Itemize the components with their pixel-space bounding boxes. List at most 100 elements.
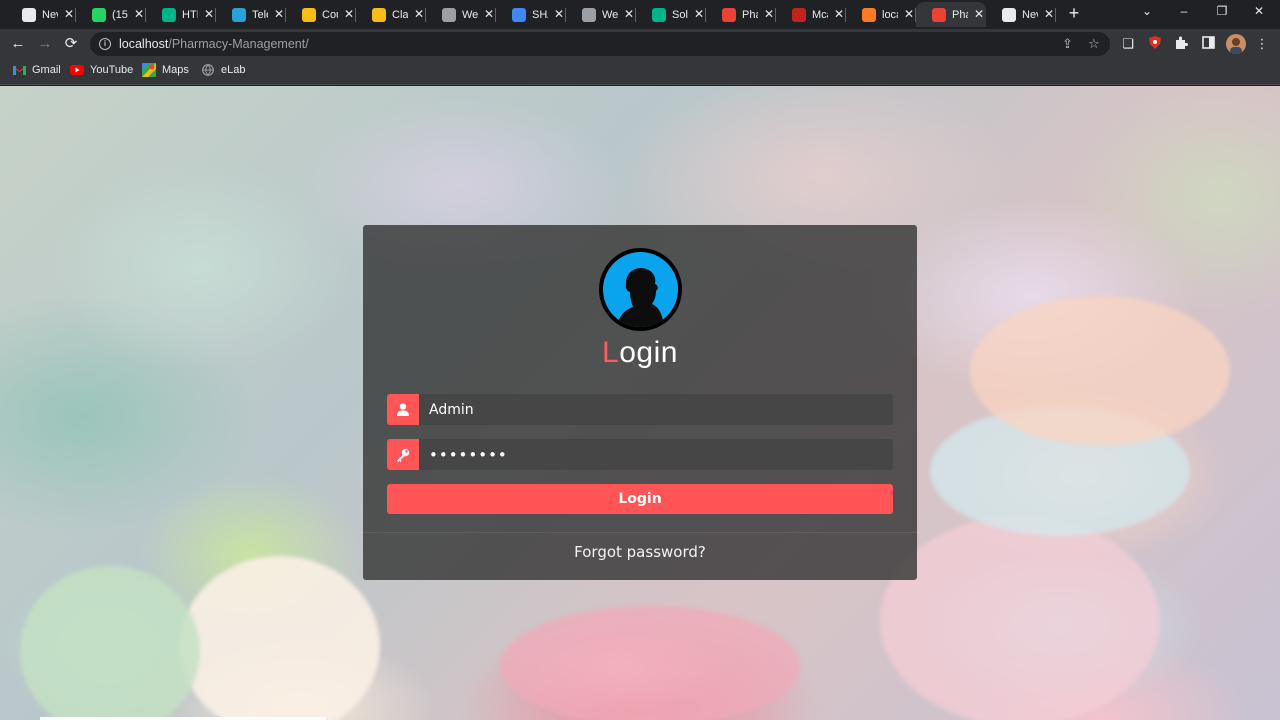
tab-title: Cou [322,8,338,21]
url-text[interactable]: localhost/Pharmacy-Management/ [119,37,309,51]
address-bar[interactable]: i localhost/Pharmacy-Management/ ⇪ ☆ [90,32,1110,56]
password-field[interactable] [419,439,893,470]
tab-close-icon[interactable]: ✕ [554,8,564,20]
tab-close-icon[interactable]: ✕ [834,8,844,20]
image-icon [582,7,596,22]
menu-kebab-icon[interactable]: ⋮ [1254,36,1270,52]
close-window-icon[interactable]: ✕ [1251,4,1267,18]
tab-close-icon[interactable]: ✕ [904,8,914,20]
browser-tab[interactable]: SHA ✕ [496,2,566,27]
classroom-icon [302,7,316,22]
browser-tab[interactable]: Nev ✕ [6,2,76,27]
chrome-icon [22,7,36,22]
browser-tab[interactable]: Pha ✕ [916,2,986,27]
site-info-icon[interactable]: i [99,38,111,50]
tab-title: Tele [252,8,268,21]
restore-icon[interactable]: ❐ [1214,4,1230,18]
browser-tab[interactable]: Clas ✕ [356,2,426,27]
tab-close-icon[interactable]: ✕ [694,8,704,20]
back-icon[interactable]: ← [9,35,27,53]
page-background: Login Login Forgot password? [0,86,1280,720]
extension-copy-icon[interactable]: ❏ [1120,36,1136,52]
tab-search-icon[interactable]: ⌄ [1139,4,1155,18]
tab-title: Nev [1022,8,1038,21]
browser-tab[interactable]: Wel ✕ [566,2,636,27]
username-row [387,394,893,425]
browser-tab[interactable]: Solv ✕ [636,2,706,27]
bookmark-elab[interactable]: eLab [201,64,245,76]
image-icon [442,7,456,22]
share-icon[interactable]: ⇪ [1062,36,1073,52]
bookmark-maps[interactable]: Maps [142,63,189,77]
tab-title: HTI [182,8,198,21]
login-panel: Login Login Forgot password? [363,225,917,580]
forward-icon[interactable]: → [36,35,54,53]
profile-avatar-icon[interactable] [1226,34,1246,54]
browser-toolbar: ← → ⟳ i localhost/Pharmacy-Management/ ⇪… [0,29,1280,59]
background-pill [180,556,380,720]
side-panel-icon[interactable] [1200,36,1216,52]
tab-title: SHA [532,8,548,21]
browser-tab[interactable]: Mca ✕ [776,2,846,27]
extension-shield-icon[interactable] [1147,36,1163,52]
browser-tab[interactable]: loca ✕ [846,2,916,27]
tab-close-icon[interactable]: ✕ [344,8,354,20]
bookmarks-bar: Gmail YouTube Maps eLab [0,59,1280,85]
tab-close-icon[interactable]: ✕ [1044,8,1054,20]
user-icon [387,394,419,425]
tab-title: Nev [42,8,58,21]
youtube-icon [70,64,84,76]
bookmark-gmail[interactable]: Gmail [12,64,61,76]
tab-close-icon[interactable]: ✕ [624,8,634,20]
browser-tab[interactable]: Nev ✕ [986,2,1056,27]
background-pill [500,606,800,720]
tab-close-icon[interactable]: ✕ [274,8,284,20]
browser-tab[interactable]: (15) ✕ [76,2,146,27]
globe-icon [201,64,215,76]
tab-close-icon[interactable]: ✕ [414,8,424,20]
browser-tab[interactable]: Pha ✕ [706,2,776,27]
browser-tab[interactable]: Tele ✕ [216,2,286,27]
tab-strip: Nev✕(15)✕HTI✕Tele✕Cou✕Clas✕Wel✕SHA✕Wel✕S… [0,0,1280,29]
background-pill [880,516,1160,720]
site-icon [162,7,176,22]
background-pill [970,296,1230,446]
browser-tab[interactable]: Wel ✕ [426,2,496,27]
forgot-password-link[interactable]: Forgot password? [363,543,917,561]
tab-title: (15) [112,8,128,21]
maps-icon [142,63,156,77]
tab-close-icon[interactable]: ✕ [484,8,494,20]
chrome-icon [1002,7,1016,22]
site-icon [652,7,666,22]
docs-icon [512,7,526,22]
classroom-icon [372,7,386,22]
xampp-icon [862,7,876,22]
tab-title: Pha [952,8,968,21]
bookmark-youtube[interactable]: YouTube [70,64,133,76]
pharmacy-icon [722,7,736,22]
pharmacy-icon [932,7,946,22]
extensions-puzzle-icon[interactable] [1173,36,1189,52]
new-tab-button[interactable]: + [1064,3,1084,23]
tab-title: Pha [742,8,758,21]
browser-tab[interactable]: HTI ✕ [146,2,216,27]
tab-close-icon[interactable]: ✕ [64,8,74,20]
tab-title: Mca [812,8,828,21]
tab-close-icon[interactable]: ✕ [764,8,774,20]
tab-separator [1055,8,1056,22]
login-button[interactable]: Login [387,484,893,514]
gmail-icon [12,64,26,76]
tab-close-icon[interactable]: ✕ [134,8,144,20]
divider [363,532,917,533]
tab-close-icon[interactable]: ✕ [974,8,984,20]
minimize-icon[interactable]: – [1176,4,1192,18]
whatsapp-icon [92,7,106,22]
browser-tab[interactable]: Cou ✕ [286,2,356,27]
tab-title: loca [882,8,898,21]
username-field[interactable] [419,394,893,425]
telegram-icon [232,7,246,22]
tab-close-icon[interactable]: ✕ [204,8,214,20]
tab-title: Wel [602,8,618,21]
reload-icon[interactable]: ⟳ [62,35,80,53]
bookmark-star-icon[interactable]: ☆ [1088,36,1100,52]
